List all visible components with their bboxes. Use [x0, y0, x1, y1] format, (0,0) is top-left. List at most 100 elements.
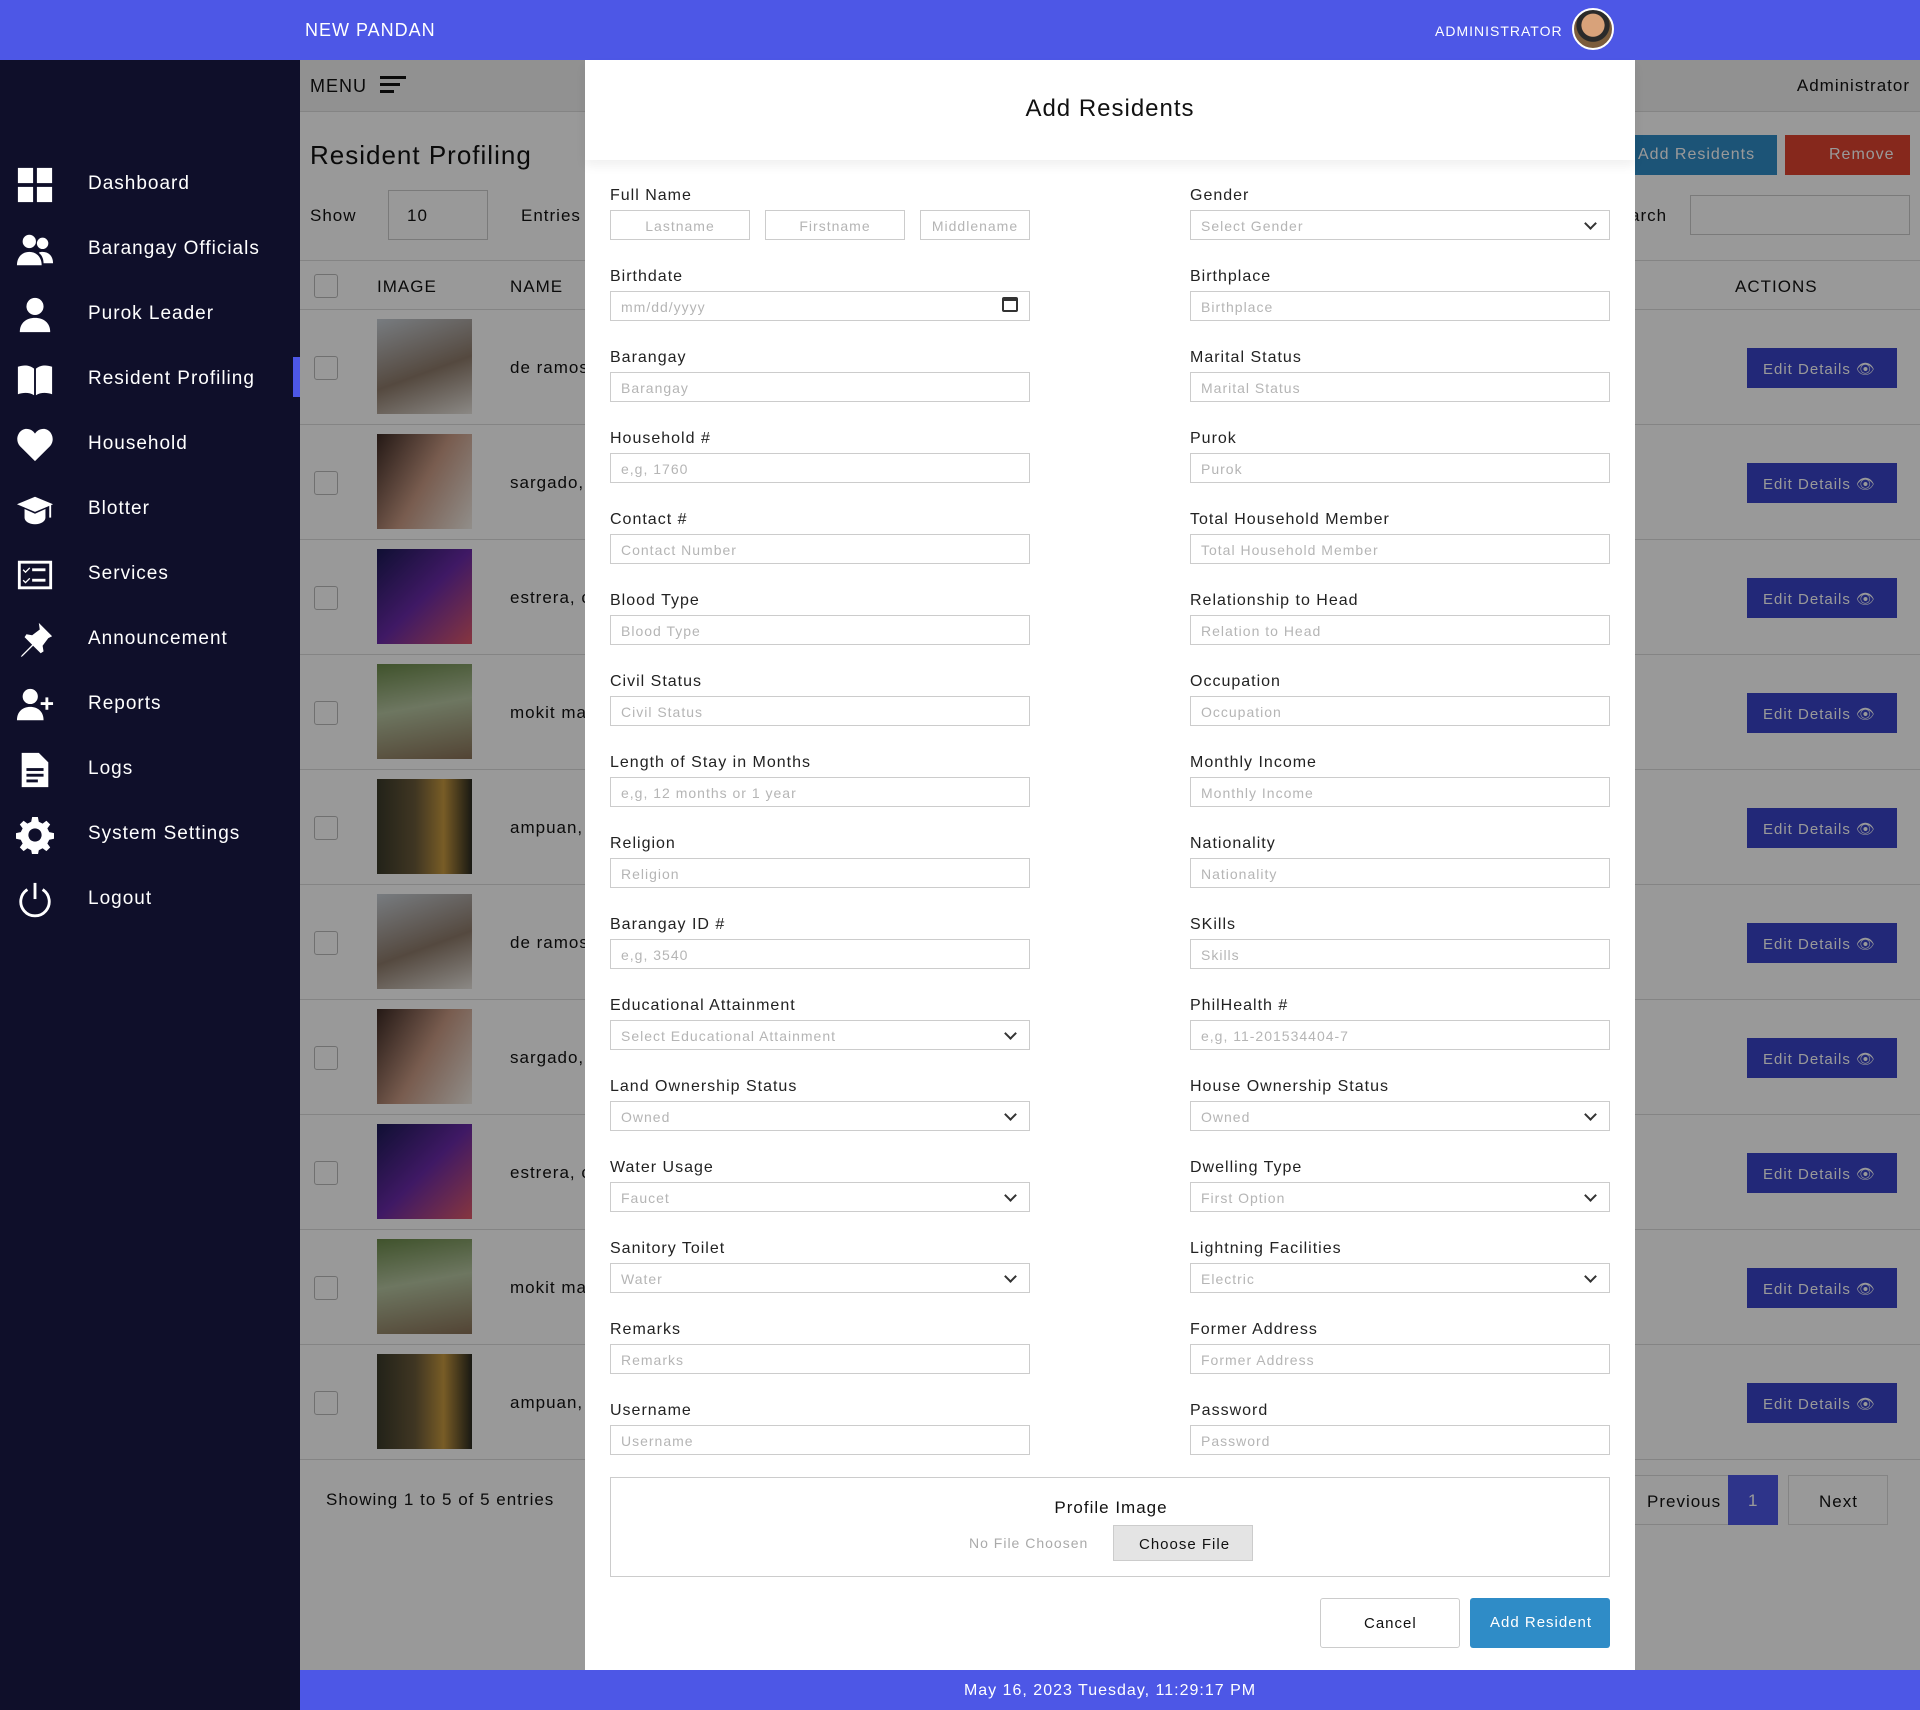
admin-label[interactable]: ADMINISTRATOR — [1435, 23, 1563, 39]
sidebar-item-resident-profiling[interactable]: Resident Profiling — [0, 349, 300, 409]
sidebar-item-label: Reports — [88, 693, 162, 714]
add-resident-button[interactable]: Add Resident — [1470, 1598, 1610, 1648]
household-label: Household # — [610, 430, 711, 447]
power-icon — [16, 881, 54, 919]
birthplace-label: Birthplace — [1190, 268, 1272, 285]
barangay-id-label: Barangay ID # — [610, 916, 726, 933]
graduation-cap-icon — [16, 491, 54, 529]
former-address-label: Former Address — [1190, 1321, 1318, 1338]
sidebar-item-label: Purok Leader — [88, 303, 215, 324]
philhealth-label: PhilHealth # — [1190, 997, 1289, 1014]
nationality-input[interactable]: Nationality — [1190, 858, 1610, 888]
purok-input[interactable]: Purok — [1190, 453, 1610, 483]
list-check-icon — [16, 556, 54, 594]
brand-name[interactable]: NEW PANDAN — [305, 20, 436, 41]
blood-type-label: Blood Type — [610, 592, 700, 609]
sidebar-item-logout[interactable]: Logout — [0, 869, 300, 929]
contact-label: Contact # — [610, 511, 688, 528]
pin-icon — [16, 621, 54, 659]
birthplace-input[interactable]: Birthplace — [1190, 291, 1610, 321]
sidebar-item-reports[interactable]: Reports — [0, 674, 300, 734]
sidebar-item-label: Announcement — [88, 628, 228, 649]
barangay-input[interactable]: Barangay — [610, 372, 1030, 402]
heart-icon — [16, 426, 54, 464]
username-label: Username — [610, 1402, 692, 1419]
sidebar-item-purok-leader[interactable]: Purok Leader — [0, 284, 300, 344]
sidebar-item-label: Services — [88, 563, 169, 584]
skills-label: SKills — [1190, 916, 1237, 933]
length-of-stay-in-months-input[interactable]: e,g, 12 months or 1 year — [610, 777, 1030, 807]
remarks-label: Remarks — [610, 1321, 682, 1338]
house-ownership-status-select[interactable]: Owned — [1190, 1101, 1610, 1131]
gear-icon — [16, 816, 54, 855]
sidebar-item-label: Barangay Officials — [88, 238, 260, 259]
calendar-icon[interactable] — [1002, 297, 1018, 312]
marital-status-input[interactable]: Marital Status — [1190, 372, 1610, 402]
total-household-member-input[interactable]: Total Household Member — [1190, 534, 1610, 564]
avatar[interactable] — [1572, 8, 1614, 50]
firstname-input[interactable]: Firstname — [765, 210, 905, 240]
birthdate-label: Birthdate — [610, 268, 684, 285]
relationship-to-head-label: Relationship to Head — [1190, 592, 1359, 609]
household-input[interactable]: e,g, 1760 — [610, 453, 1030, 483]
password-input[interactable]: Password — [1190, 1425, 1610, 1455]
grid-icon — [16, 166, 54, 204]
document-icon — [16, 751, 54, 789]
nationality-label: Nationality — [1190, 835, 1276, 852]
dwelling-type-label: Dwelling Type — [1190, 1159, 1303, 1176]
land-ownership-status-select[interactable]: Owned — [610, 1101, 1030, 1131]
choose-file-button[interactable]: Choose File — [1113, 1525, 1253, 1561]
sidebar: Dashboard Barangay Officials Purok Leade… — [0, 60, 300, 1710]
sidebar-item-dashboard[interactable]: Dashboard — [0, 154, 300, 214]
lastname-input[interactable]: Lastname — [610, 210, 750, 240]
marital-status-label: Marital Status — [1190, 349, 1302, 366]
dwelling-type-select[interactable]: First Option — [1190, 1182, 1610, 1212]
former-address-input[interactable]: Former Address — [1190, 1344, 1610, 1374]
educational-attainment-select[interactable]: Select Educational Attainment — [610, 1020, 1030, 1050]
sidebar-item-logs[interactable]: Logs — [0, 739, 300, 799]
sidebar-item-services[interactable]: Services — [0, 544, 300, 604]
barangay-label: Barangay — [610, 349, 687, 366]
lightning-facilities-select[interactable]: Electric — [1190, 1263, 1610, 1293]
middlename-input[interactable]: Middlename — [920, 210, 1030, 240]
users-icon — [16, 231, 54, 269]
username-input[interactable]: Username — [610, 1425, 1030, 1455]
password-label: Password — [1190, 1402, 1269, 1419]
blood-type-input[interactable]: Blood Type — [610, 615, 1030, 645]
philhealth-input[interactable]: e,g, 11-201534404-7 — [1190, 1020, 1610, 1050]
user-icon — [16, 296, 54, 334]
contact-input[interactable]: Contact Number — [610, 534, 1030, 564]
sidebar-item-barangay-officials[interactable]: Barangay Officials — [0, 219, 300, 279]
civil-status-input[interactable]: Civil Status — [610, 696, 1030, 726]
religion-input[interactable]: Religion — [610, 858, 1030, 888]
civil-status-label: Civil Status — [610, 673, 703, 690]
sidebar-item-label: Logs — [88, 758, 134, 779]
cancel-button[interactable]: Cancel — [1320, 1598, 1460, 1648]
lightning-facilities-label: Lightning Facilities — [1190, 1240, 1342, 1257]
top-bar: NEW PANDAN ADMINISTRATOR — [0, 0, 1920, 60]
length-of-stay-in-months-label: Length of Stay in Months — [610, 754, 811, 771]
full-name-label: Full Name — [610, 187, 692, 204]
sidebar-item-blotter[interactable]: Blotter — [0, 479, 300, 539]
sidebar-item-household[interactable]: Household — [0, 414, 300, 474]
religion-label: Religion — [610, 835, 676, 852]
monthly-income-input[interactable]: Monthly Income — [1190, 777, 1610, 807]
sidebar-item-system-settings[interactable]: System Settings — [0, 804, 300, 864]
modal-title: Add Residents — [1025, 95, 1195, 122]
water-usage-select[interactable]: Faucet — [610, 1182, 1030, 1212]
book-icon — [16, 361, 54, 399]
sidebar-item-announcement[interactable]: Announcement — [0, 609, 300, 669]
gender-select[interactable]: Select Gender — [1190, 210, 1610, 240]
sidebar-item-label: Dashboard — [88, 173, 190, 194]
remarks-input[interactable]: Remarks — [610, 1344, 1030, 1374]
skills-input[interactable]: Skills — [1190, 939, 1610, 969]
barangay-id-input[interactable]: e,g, 3540 — [610, 939, 1030, 969]
sanitory-toilet-select[interactable]: Water — [610, 1263, 1030, 1293]
occupation-input[interactable]: Occupation — [1190, 696, 1610, 726]
sidebar-item-label: System Settings — [88, 823, 241, 844]
total-household-member-label: Total Household Member — [1190, 511, 1390, 528]
birthdate-input[interactable]: mm/dd/yyyy — [610, 291, 1030, 321]
occupation-label: Occupation — [1190, 673, 1281, 690]
relationship-to-head-input[interactable]: Relation to Head — [1190, 615, 1610, 645]
user-plus-icon — [16, 686, 54, 724]
